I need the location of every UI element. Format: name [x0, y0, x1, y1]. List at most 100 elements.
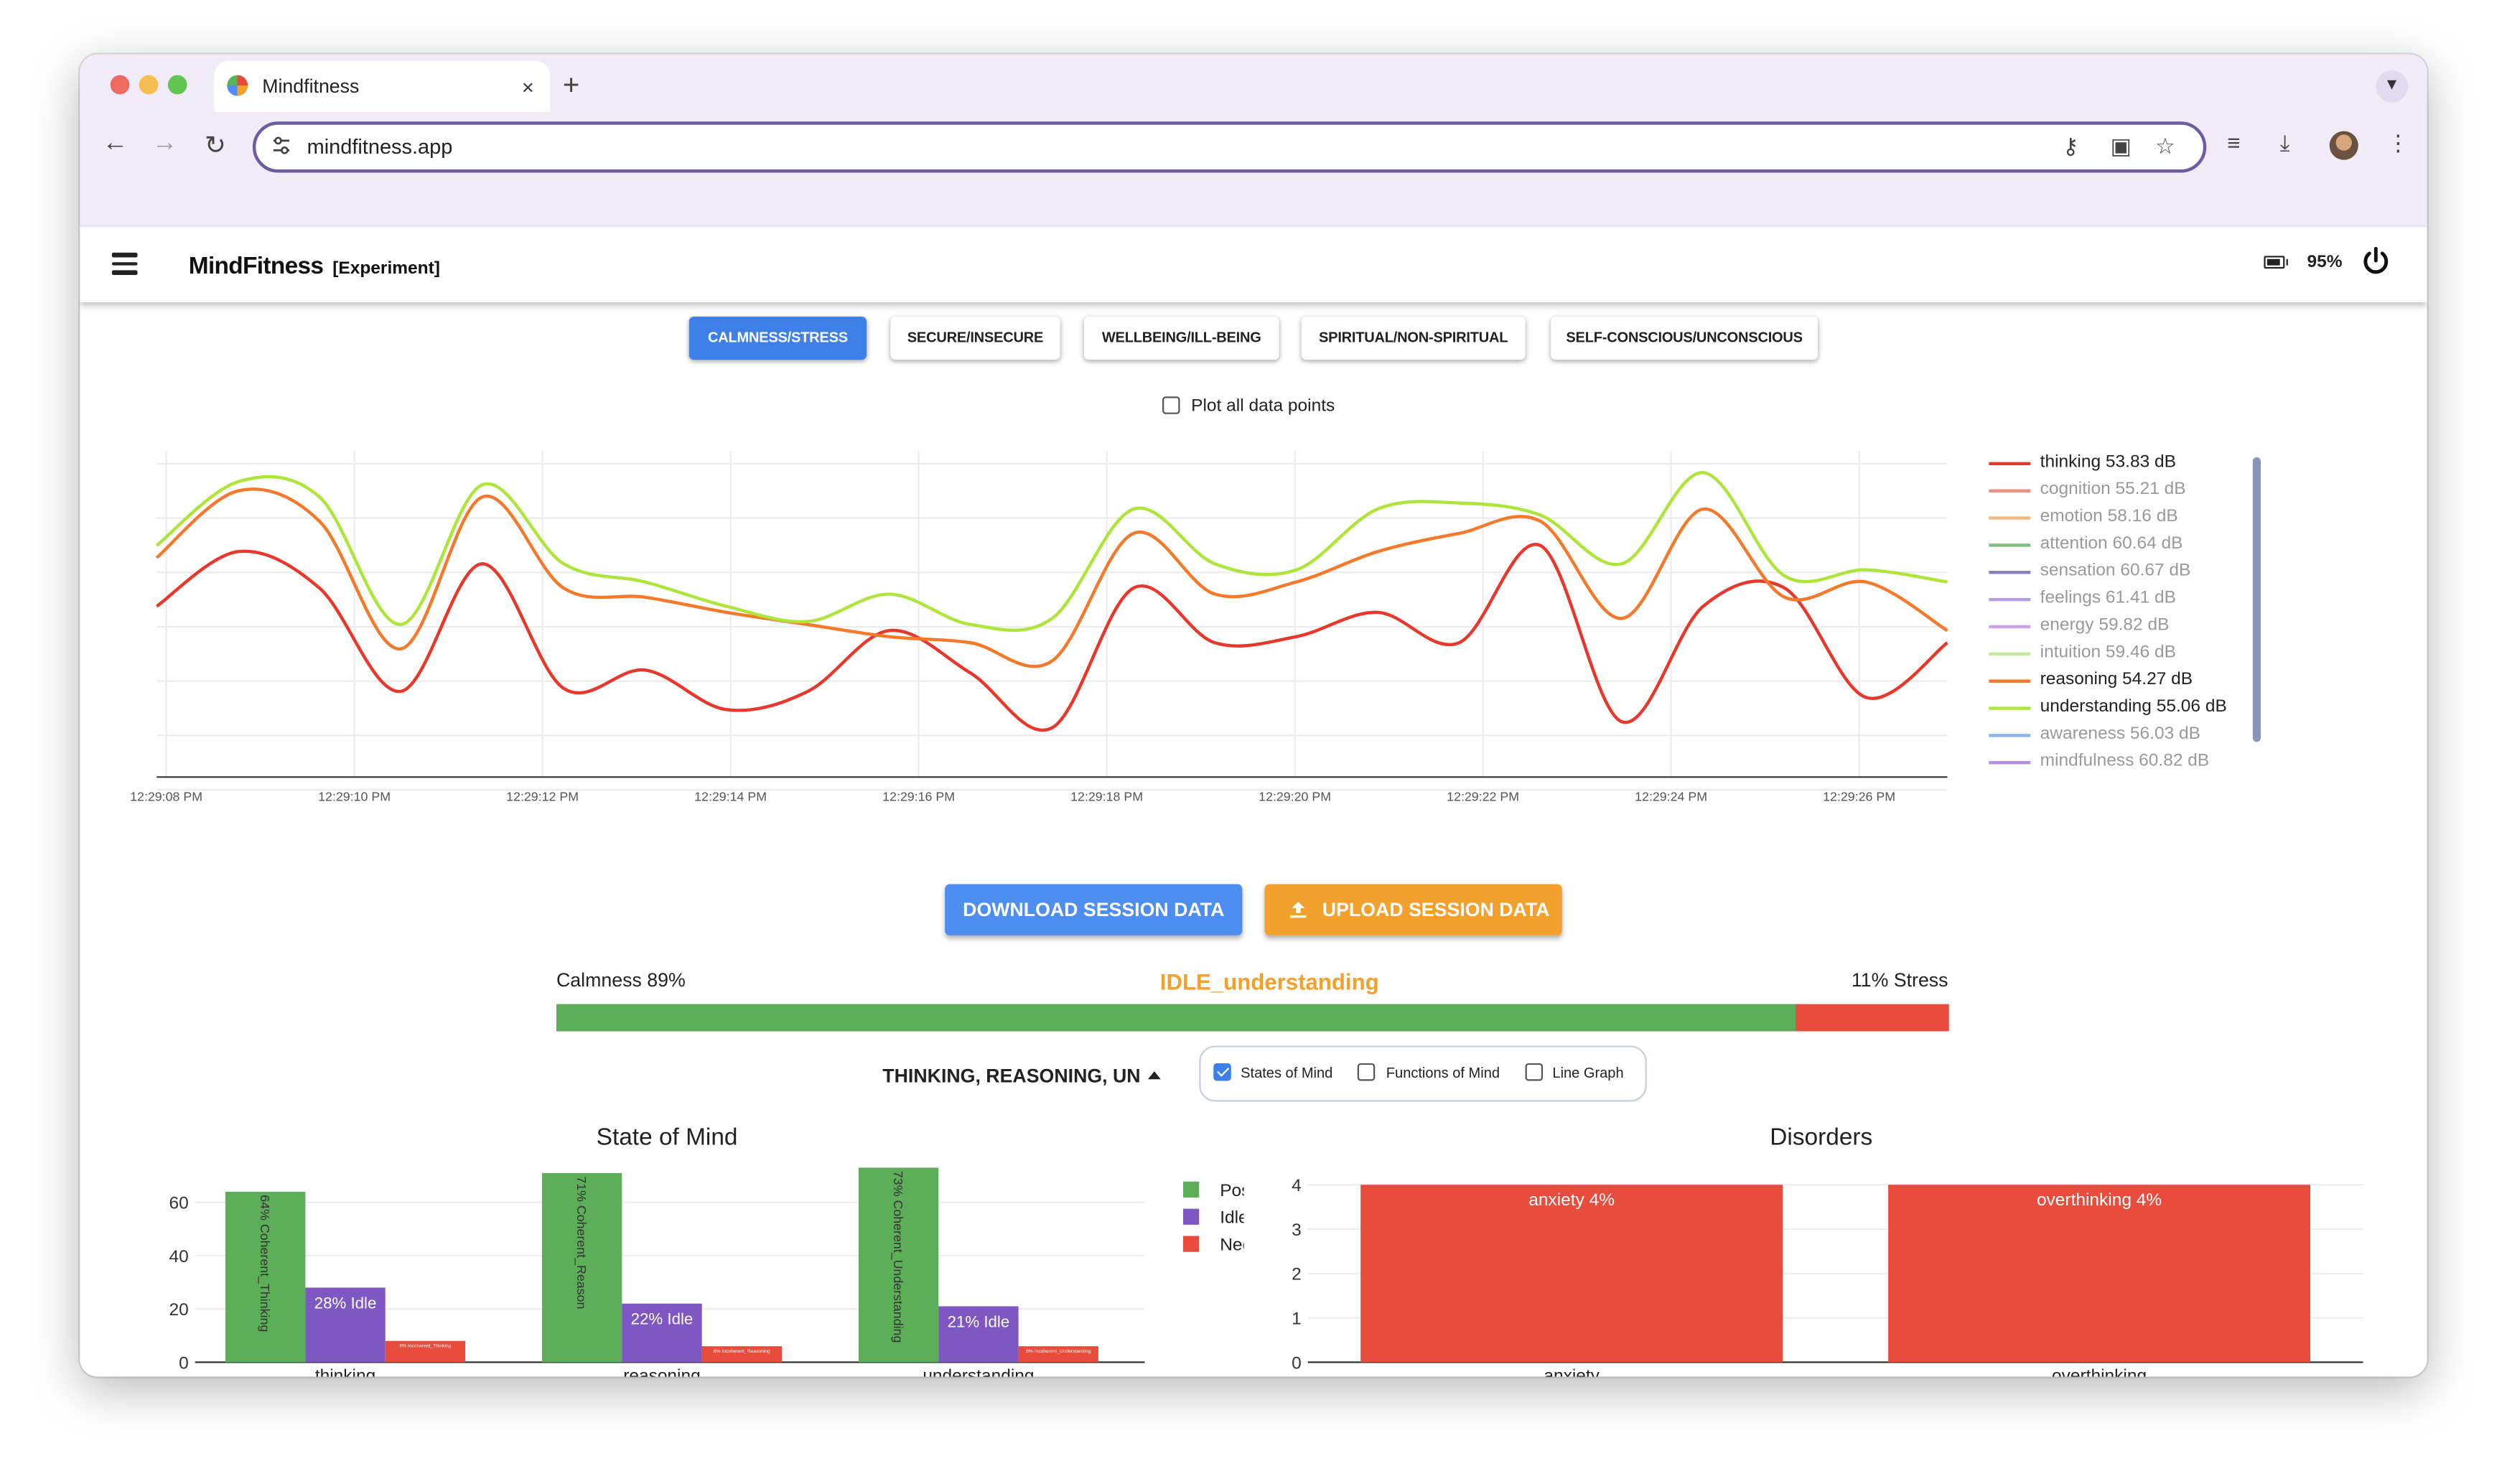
- site-settings-icon[interactable]: [272, 136, 291, 155]
- disorders-chart: 0 1 2 3 4 anxiety 4% anxiety overthinking 4% ove…: [1292, 1176, 2363, 1376]
- bar-label: 28% Idle: [314, 1294, 377, 1312]
- forward-arrow-icon[interactable]: →: [152, 129, 178, 158]
- maximize-window-icon[interactable]: [167, 75, 187, 95]
- power-icon[interactable]: [2360, 245, 2392, 277]
- kebab-menu-icon[interactable]: ⋮: [2387, 129, 2409, 157]
- category-tab-self-conscious-unconscious[interactable]: SELF-CONSCIOUS/UNCONSCIOUS: [1551, 316, 1819, 360]
- legend-swatch: [1989, 652, 2031, 656]
- tab-title: Mindfitness: [262, 75, 360, 98]
- legend-swatch: [1989, 761, 2031, 765]
- y-tick-label: 0: [1292, 1353, 1302, 1373]
- plot-all-checkbox[interactable]: [1162, 396, 1180, 414]
- bar-label: 6% Incoherent_Reasoning: [714, 1349, 770, 1354]
- bar-overthinking: [1888, 1185, 2311, 1363]
- media-queue-icon[interactable]: ≡: [2227, 129, 2240, 155]
- back-arrow-icon[interactable]: ←: [103, 129, 129, 158]
- bookmark-star-icon[interactable]: ☆: [2155, 133, 2175, 160]
- legend-swatch: [1989, 571, 2031, 574]
- legend-label: Idle: [1220, 1208, 1243, 1228]
- reload-icon[interactable]: ↻: [205, 129, 226, 162]
- states-of-mind-checkbox[interactable]: [1213, 1063, 1231, 1081]
- x-category-label: thinking: [315, 1366, 375, 1376]
- browser-tab[interactable]: Mindfitness ×: [214, 60, 551, 112]
- battery-percent: 95%: [2307, 252, 2343, 272]
- x-tick-label: 12:29:20 PM: [1259, 790, 1331, 803]
- app-page: MindFitness [Experiment] 95% CALMNESS/ST…: [80, 227, 2427, 1377]
- download-session-button[interactable]: DOWNLOAD SESSION DATA: [945, 884, 1243, 935]
- legend-label: attention 60.64 dB: [2040, 533, 2183, 554]
- bar-label: 64% Coherent_Thinking: [257, 1195, 272, 1332]
- address-bar[interactable]: mindfitness.app ⚷ ▣ ☆: [252, 121, 2207, 173]
- minimize-window-icon[interactable]: [139, 75, 159, 95]
- upload-session-button[interactable]: UPLOAD SESSION DATA: [1264, 884, 1562, 935]
- y-tick-label: 3: [1292, 1221, 1302, 1240]
- legend-label: feelings 61.41 dB: [2040, 588, 2176, 608]
- legend-label: mindfulness 60.82 dB: [2040, 751, 2210, 771]
- legend-swatch: [1989, 734, 2031, 737]
- category-tab-wellbeing-ill-being[interactable]: WELLBEING/ILL-BEING: [1083, 316, 1279, 360]
- bar-label: 6% Incoherent_Understanding: [1026, 1349, 1091, 1354]
- y-tick-label: 60: [169, 1194, 189, 1213]
- bar-label: 8% Incoherent_Thinking: [399, 1344, 451, 1349]
- brand-logo: MindFitness: [188, 252, 324, 280]
- hamburger-menu-icon[interactable]: [111, 252, 138, 274]
- legend-label: awareness 56.03 dB: [2040, 724, 2201, 744]
- state-of-mind-chart: 0 20 40 60 64% Coherent_Thinking 28% Idle 8% I…: [169, 1167, 1244, 1376]
- y-tick-label: 20: [169, 1300, 189, 1320]
- legend-scrollbar[interactable]: [2252, 457, 2261, 742]
- legend-label: reasoning 54.27 dB: [2040, 670, 2193, 689]
- legend-swatch: [1989, 462, 2031, 466]
- line-graph-label: Line Graph: [1552, 1065, 1624, 1081]
- disorders-title: Disorders: [1770, 1124, 1873, 1152]
- function-select[interactable]: THINKING, REASONING, UN: [882, 1065, 1140, 1087]
- series-line-understanding: [155, 471, 1948, 633]
- upload-icon: [1290, 902, 1307, 918]
- legend-swatch: [1182, 1208, 1200, 1225]
- tab-close-icon[interactable]: ×: [522, 75, 534, 99]
- x-tick-label: 12:29:08 PM: [130, 790, 202, 803]
- password-key-icon[interactable]: ⚷: [2063, 133, 2079, 160]
- x-tick-label: 12:29:14 PM: [694, 790, 767, 803]
- x-category-label: reasoning: [623, 1366, 701, 1376]
- app-bar: MindFitness [Experiment] 95%: [80, 227, 2427, 302]
- profile-avatar[interactable]: [2329, 131, 2358, 160]
- stress-label: 11% Stress: [1851, 969, 1948, 991]
- tab-search-chevron-icon[interactable]: ▼: [2376, 70, 2408, 103]
- download-icon[interactable]: ⤓: [2280, 129, 2290, 157]
- y-tick-label: 40: [169, 1247, 189, 1266]
- x-category-label: overthinking: [2052, 1366, 2147, 1376]
- url-text[interactable]: mindfitness.app: [307, 134, 453, 158]
- category-tab-secure-insecure[interactable]: SECURE/INSECURE: [890, 316, 1060, 360]
- x-category-label: anxiety: [1544, 1366, 1600, 1376]
- bar-label: anxiety 4%: [1528, 1190, 1615, 1210]
- legend-label: cognition 55.21 dB: [2040, 480, 2186, 499]
- legend-label: thinking 53.83 dB: [2040, 452, 2176, 472]
- line-graph-checkbox[interactable]: [1525, 1063, 1544, 1081]
- legend-label: Negative: [1220, 1236, 1243, 1255]
- bar-label: 22% Idle: [631, 1310, 694, 1328]
- mind-state-label: IDLE_understanding: [1159, 969, 1379, 995]
- y-tick-label: 4: [1292, 1176, 1302, 1195]
- functions-of-mind-checkbox[interactable]: [1357, 1063, 1376, 1081]
- plot-all-label: Plot all data points: [1191, 396, 1335, 416]
- legend-swatch: [1989, 679, 2031, 683]
- legend-swatch: [1182, 1236, 1200, 1252]
- category-tab-calmness-stress[interactable]: CALMNESS/STRESS: [688, 316, 867, 360]
- x-tick-label: 12:29:10 PM: [318, 790, 391, 803]
- x-tick-label: 12:29:16 PM: [882, 790, 955, 803]
- x-tick-label: 12:29:18 PM: [1070, 790, 1143, 803]
- view-options-group: States of Mind Functions of Mind Line Gr…: [1199, 1045, 1647, 1102]
- dropdown-caret-icon[interactable]: [1147, 1071, 1161, 1080]
- install-app-icon[interactable]: ▣: [2111, 133, 2132, 160]
- new-tab-icon[interactable]: +: [563, 69, 579, 103]
- category-tab-spiritual-non-spiritual[interactable]: SPIRITUAL/NON-SPIRITUAL: [1301, 316, 1526, 360]
- legend-label: emotion 58.16 dB: [2040, 506, 2178, 526]
- states-of-mind-label: States of Mind: [1241, 1065, 1333, 1081]
- bar-label: 21% Idle: [948, 1312, 1010, 1330]
- close-window-icon[interactable]: [110, 75, 130, 95]
- calmness-stress-bar: [556, 1004, 1949, 1032]
- calmness-label: Calmness 89%: [556, 969, 686, 991]
- x-tick-label: 12:29:26 PM: [1823, 790, 1895, 803]
- legend-swatch: [1989, 516, 2031, 520]
- x-tick-label: 12:29:12 PM: [506, 790, 579, 803]
